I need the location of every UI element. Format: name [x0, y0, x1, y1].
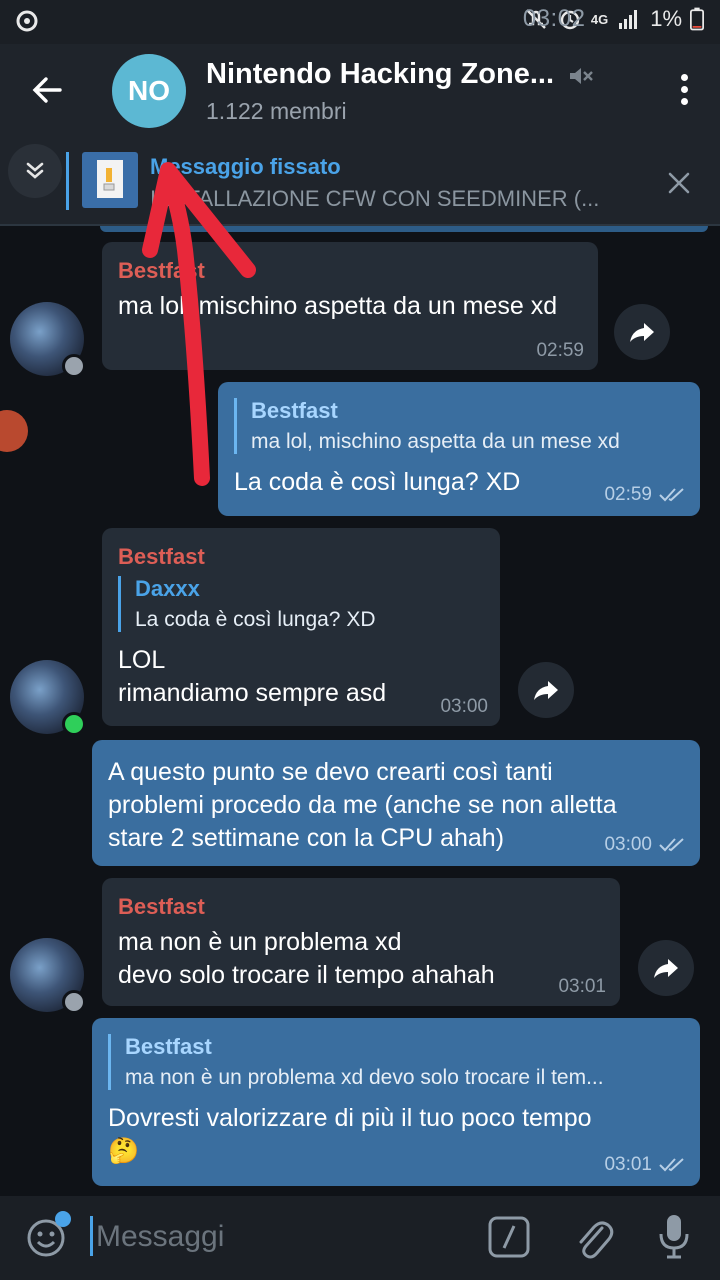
- message-incoming[interactable]: Bestfast ma non è un problema xd devo so…: [102, 878, 620, 1006]
- composer-bar: [0, 1196, 720, 1280]
- reply-preview[interactable]: Daxxx La coda è così lunga? XD: [118, 576, 484, 632]
- mute-icon: [570, 68, 593, 84]
- avatar[interactable]: [10, 660, 86, 736]
- battery-percent: 1%: [650, 6, 682, 31]
- attach-icon[interactable]: [572, 1214, 614, 1260]
- message-line: devo solo trocare il tempo ahahah: [118, 961, 495, 989]
- message-text: Dovresti valorizzare di più il tuo poco …: [108, 1104, 592, 1132]
- pinned-accent-bar: [66, 152, 69, 210]
- chat-title[interactable]: Nintendo Hacking Zone...: [206, 58, 554, 91]
- pinned-message-bar[interactable]: Messaggio fissato INSTALLAZIONE CFW CON …: [0, 140, 720, 226]
- message-time: 02:59: [604, 484, 652, 505]
- reply-preview[interactable]: Bestfast ma lol, mischino aspetta da un …: [234, 398, 684, 454]
- message-incoming[interactable]: Bestfast ma lol, mischino aspetta da un …: [102, 242, 598, 370]
- read-ticks-icon: [659, 1158, 684, 1172]
- message-line: stare 2 settimane con la CPU ahah): [108, 824, 505, 852]
- chat-header: NO Nintendo Hacking Zone... 1.122 membri: [0, 44, 720, 140]
- read-ticks-icon: [659, 838, 684, 852]
- message-outgoing[interactable]: A questo punto se devo crearti così tant…: [92, 740, 700, 866]
- status-dot: [62, 354, 86, 378]
- floating-sticker: [0, 410, 28, 452]
- app-notification-icon: [16, 10, 38, 32]
- group-avatar[interactable]: NO: [112, 54, 186, 128]
- avatar[interactable]: [10, 302, 86, 378]
- more-vert-icon[interactable]: [678, 74, 690, 108]
- message-time: 02:59: [536, 340, 584, 361]
- forward-icon[interactable]: [638, 940, 694, 996]
- read-ticks-icon: [659, 488, 684, 502]
- chevrons-down-icon[interactable]: [8, 144, 62, 198]
- message-time: 03:00: [604, 834, 652, 855]
- sender-name: Bestfast: [118, 258, 205, 283]
- file-thumb-icon: [82, 152, 138, 208]
- message-outgoing[interactable]: Bestfast ma non è un problema xd devo so…: [92, 1018, 700, 1186]
- forward-icon[interactable]: [518, 662, 574, 718]
- message-line: A questo punto se devo crearti così tant…: [108, 758, 553, 786]
- message-list[interactable]: Bestfast ma lol, mischino aspetta da un …: [0, 226, 720, 1196]
- message-line: problemi procedo da me (anche se non all…: [108, 791, 617, 819]
- avatar[interactable]: [10, 938, 86, 1014]
- command-slash-icon[interactable]: [488, 1216, 530, 1258]
- mic-icon[interactable]: [656, 1212, 692, 1262]
- message-text: ma lol, mischino aspetta da un mese xd: [118, 292, 558, 320]
- status-bar: 4G 1% 03:02: [0, 0, 720, 44]
- status-dot: [62, 990, 86, 1014]
- reply-text: ma non è un problema xd devo solo trocar…: [125, 1066, 604, 1089]
- text-caret: [90, 1216, 93, 1256]
- message-line: ma non è un problema xd: [118, 928, 402, 956]
- reply-name: Bestfast: [125, 1034, 212, 1059]
- message-time: 03:01: [558, 976, 606, 997]
- message-time: 03:01: [604, 1154, 652, 1175]
- forward-icon[interactable]: [614, 304, 670, 360]
- back-arrow-icon[interactable]: [26, 68, 70, 112]
- reply-name: Bestfast: [251, 398, 338, 423]
- battery-icon: [690, 7, 704, 31]
- message-line: LOL: [118, 646, 166, 674]
- status-dot: [62, 712, 86, 736]
- member-count: 1.122 membri: [206, 98, 347, 124]
- message-input[interactable]: [96, 1214, 456, 1260]
- clock: 03:02: [522, 5, 586, 32]
- reply-name: Daxxx: [135, 576, 200, 601]
- reply-text: La coda è così lunga? XD: [135, 608, 376, 631]
- close-icon[interactable]: [666, 170, 692, 196]
- message-incoming[interactable]: Bestfast Daxxx La coda è così lunga? XD …: [102, 528, 500, 726]
- pinned-label: Messaggio fissato: [150, 154, 341, 179]
- message-emoji: 🤔: [108, 1137, 140, 1165]
- notification-dot: [55, 1211, 71, 1227]
- reply-text: ma lol, mischino aspetta da un mese xd: [251, 430, 620, 453]
- pinned-text: INSTALLAZIONE CFW CON SEEDMINER (...: [150, 186, 600, 211]
- message-line: rimandiamo sempre asd: [118, 679, 387, 707]
- message-outgoing[interactable]: Bestfast ma lol, mischino aspetta da un …: [218, 382, 700, 516]
- signal-icon: [619, 10, 638, 29]
- network-type: 4G: [590, 11, 609, 27]
- sender-name: Bestfast: [118, 894, 205, 919]
- previous-message-edge: [100, 226, 708, 232]
- sender-name: Bestfast: [118, 544, 205, 569]
- reply-preview[interactable]: Bestfast ma non è un problema xd devo so…: [108, 1034, 684, 1090]
- message-time: 03:00: [440, 696, 488, 717]
